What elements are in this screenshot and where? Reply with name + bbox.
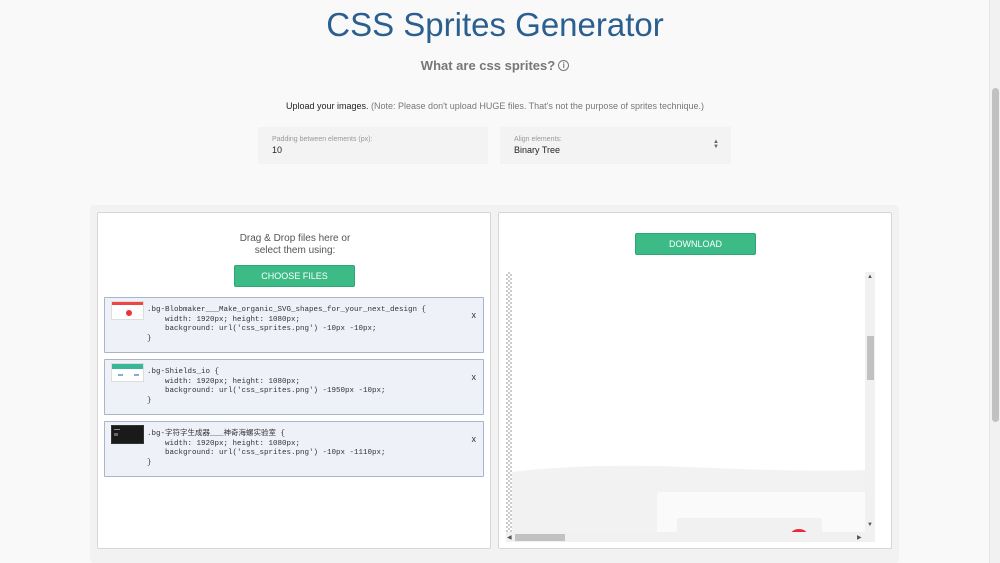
close-icon[interactable]: x — [472, 310, 477, 320]
file-thumbnail — [111, 425, 144, 444]
css-close: } — [147, 458, 152, 467]
padding-field[interactable]: Padding between elements (px): 10 — [258, 127, 488, 164]
align-value: Binary Tree — [514, 145, 561, 155]
css-close: } — [147, 396, 152, 405]
css-close: } — [147, 334, 152, 343]
preview-horizontal-scrollbar[interactable]: ◀ ▶ — [506, 532, 865, 542]
preview-vertical-scrollbar[interactable]: ▲ ▼ — [865, 272, 875, 542]
file-thumbnail — [111, 301, 144, 320]
file-item: .bg-Shields_io { width: 1920px; height: … — [104, 359, 484, 415]
info-circle-icon: i — [558, 60, 570, 72]
upload-note-strong: Upload your images. — [285, 101, 369, 111]
scroll-right-icon[interactable]: ▶ — [857, 534, 862, 541]
horizontal-scroll-thumb[interactable] — [515, 534, 565, 541]
css-selector: .bg-字符字生成器___神奇海螺实验室 { — [147, 430, 286, 438]
file-css-code: .bg-Blobmaker___Make_organic_SVG_shapes_… — [147, 306, 426, 344]
drop-zone-text: Drag & Drop files here or select them us… — [98, 233, 492, 257]
css-size: width: 1920px; height: 1080px; — [147, 377, 301, 386]
upload-note-text: (Note: Please don't upload HUGE files. T… — [368, 101, 704, 111]
file-item: .bg-Blobmaker___Make_organic_SVG_shapes_… — [104, 297, 484, 353]
css-background: background: url('css_sprites.png') -10px… — [147, 449, 386, 457]
css-selector: .bg-Blobmaker___Make_organic_SVG_shapes_… — [147, 306, 427, 314]
choose-files-button[interactable]: CHOOSE FILES — [234, 265, 355, 287]
padding-input[interactable]: 10 — [272, 145, 474, 155]
download-button[interactable]: DOWNLOAD — [635, 233, 756, 255]
close-icon[interactable]: x — [472, 434, 477, 444]
scroll-up-icon[interactable]: ▲ — [867, 274, 873, 280]
css-background: background: url('css_sprites.png') -1950… — [147, 387, 386, 395]
css-selector: .bg-Shields_io { — [147, 368, 220, 376]
upload-note: Upload your images. (Note: Please don't … — [0, 101, 990, 111]
css-background: background: url('css_sprites.png') -10px… — [147, 325, 377, 333]
scroll-left-icon[interactable]: ◀ — [507, 534, 512, 541]
css-size: width: 1920px; height: 1080px; — [147, 315, 301, 324]
align-select[interactable]: Align elements: Binary Tree ▲ ▼ — [500, 127, 731, 164]
padding-label: Padding between elements (px): — [272, 136, 373, 143]
file-item: .bg-字符字生成器___神奇海螺实验室 { width: 1920px; he… — [104, 421, 484, 477]
page-title: CSS Sprites Generator — [326, 6, 664, 43]
vertical-scroll-thumb[interactable] — [867, 336, 874, 380]
result-panel: DOWNLOAD ▲ ▼ ◀ ▶ — [498, 212, 892, 549]
file-thumbnail — [111, 363, 144, 382]
align-label: Align elements: — [514, 136, 562, 143]
drop-zone-line-1: Drag & Drop files here or — [239, 233, 351, 244]
scroll-down-icon[interactable]: ▼ — [867, 522, 873, 528]
sprite-preview[interactable]: ▲ ▼ ◀ ▶ — [506, 272, 875, 542]
select-arrows-icon: ▲ ▼ — [713, 139, 719, 150]
what-are-sprites-link[interactable]: What are css sprites? i — [0, 58, 990, 73]
subtitle-text: What are css sprites? — [420, 58, 556, 73]
file-css-code: .bg-Shields_io { width: 1920px; height: … — [147, 368, 386, 406]
page-scrollbar-thumb[interactable] — [992, 88, 999, 422]
page-scrollbar[interactable] — [989, 0, 1000, 563]
file-css-code: .bg-字符字生成器___神奇海螺实验室 { width: 1920px; he… — [147, 430, 386, 468]
sprite-image — [512, 465, 871, 532]
upload-panel[interactable]: Drag & Drop files here or select them us… — [97, 212, 491, 549]
close-icon[interactable]: x — [472, 372, 477, 382]
css-size: width: 1920px; height: 1080px; — [147, 439, 301, 448]
drop-zone-line-2: select them using: — [254, 245, 336, 256]
